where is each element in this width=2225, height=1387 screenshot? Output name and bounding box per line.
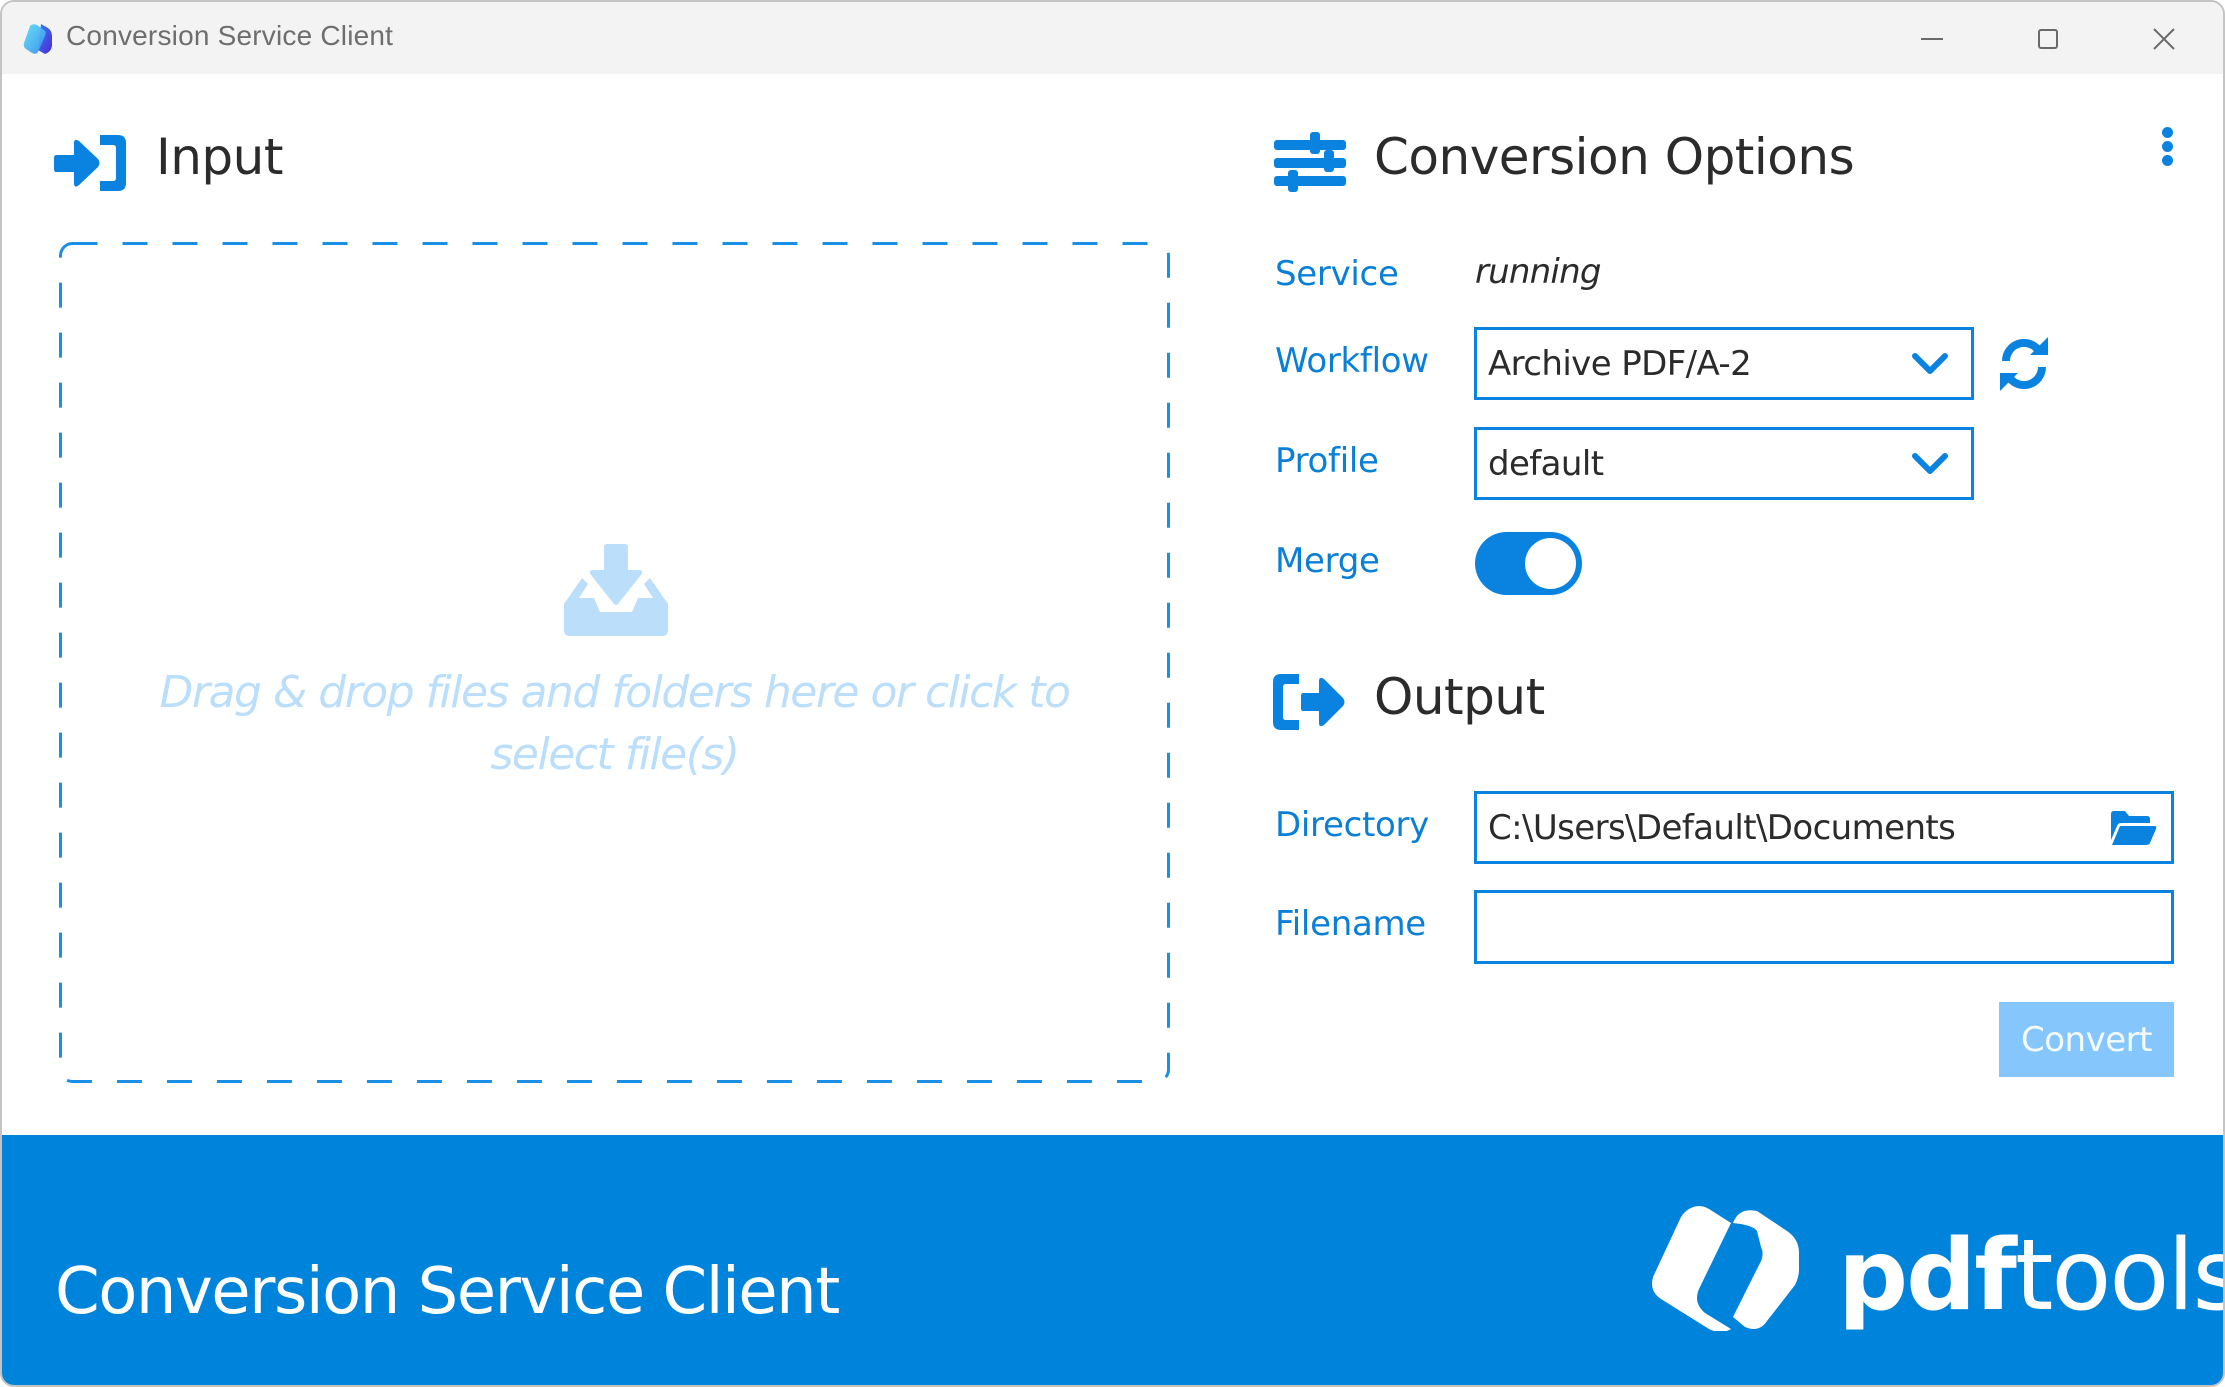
window-title: Conversion Service Client — [66, 20, 394, 51]
directory-value: C:\Users\Default\Documents — [1488, 807, 1956, 848]
dropzone-instructions: Drag & drop files and folders here or cl… — [159, 667, 1071, 780]
input-heading: Input — [156, 128, 283, 186]
pdftools-logo-icon — [1652, 1206, 1799, 1331]
more-options-button[interactable] — [2154, 122, 2180, 174]
sliders-icon — [1274, 132, 1346, 192]
close-button[interactable] — [2134, 16, 2194, 62]
chevron-down-icon — [1912, 452, 1948, 474]
wordmark-bold: pdf — [1838, 1219, 2017, 1333]
workflow-label: Workflow — [1275, 341, 1429, 381]
workflow-selected-value: Archive PDF/A-2 — [1488, 343, 1752, 384]
refresh-icon[interactable] — [1997, 337, 2051, 391]
convert-button[interactable]: Convert — [1999, 1002, 2174, 1077]
title-bar: Conversion Service Client — [2, 2, 2223, 74]
sign-in-icon — [54, 135, 126, 191]
filename-label: Filename — [1275, 904, 1426, 944]
folder-open-icon[interactable] — [2109, 810, 2157, 846]
kebab-dot-icon — [2162, 141, 2173, 152]
service-status: running — [1475, 252, 1601, 292]
output-heading: Output — [1374, 668, 1545, 726]
chevron-down-icon — [1912, 352, 1948, 374]
sign-out-icon — [1273, 674, 1345, 730]
directory-input[interactable]: C:\Users\Default\Documents — [1474, 791, 2174, 864]
app-window: Conversion Service Client Input Drag & d… — [0, 0, 2225, 1387]
conversion-options-heading: Conversion Options — [1374, 128, 1855, 186]
minimize-icon — [1921, 38, 1943, 40]
close-icon — [2153, 28, 2175, 50]
wordmark-regular: tools — [2014, 1219, 2225, 1333]
profile-label: Profile — [1275, 441, 1379, 481]
kebab-dot-icon — [2162, 127, 2173, 138]
maximize-icon — [2038, 29, 2058, 49]
filename-input[interactable] — [1474, 890, 2174, 964]
merge-toggle[interactable] — [1475, 532, 1582, 595]
maximize-button[interactable] — [2018, 16, 2078, 62]
app-logo-icon — [23, 24, 52, 54]
kebab-dot-icon — [2162, 155, 2173, 166]
merge-label: Merge — [1275, 541, 1380, 581]
minimize-button[interactable] — [1902, 16, 1962, 62]
profile-selected-value: default — [1488, 443, 1604, 484]
workflow-dropdown[interactable]: Archive PDF/A-2 — [1474, 327, 1974, 400]
footer-banner: Conversion Service Client pdftools — [2, 1135, 2225, 1385]
toggle-knob — [1525, 538, 1576, 589]
service-label: Service — [1275, 254, 1399, 294]
pdftools-wordmark: pdftools — [1838, 1219, 2225, 1333]
footer-title: Conversion Service Client — [55, 1255, 840, 1329]
directory-label: Directory — [1275, 805, 1430, 845]
profile-dropdown[interactable]: default — [1474, 427, 1974, 500]
file-dropzone[interactable]: Drag & drop files and folders here or cl… — [59, 242, 1170, 1083]
download-tray-icon — [564, 544, 668, 636]
